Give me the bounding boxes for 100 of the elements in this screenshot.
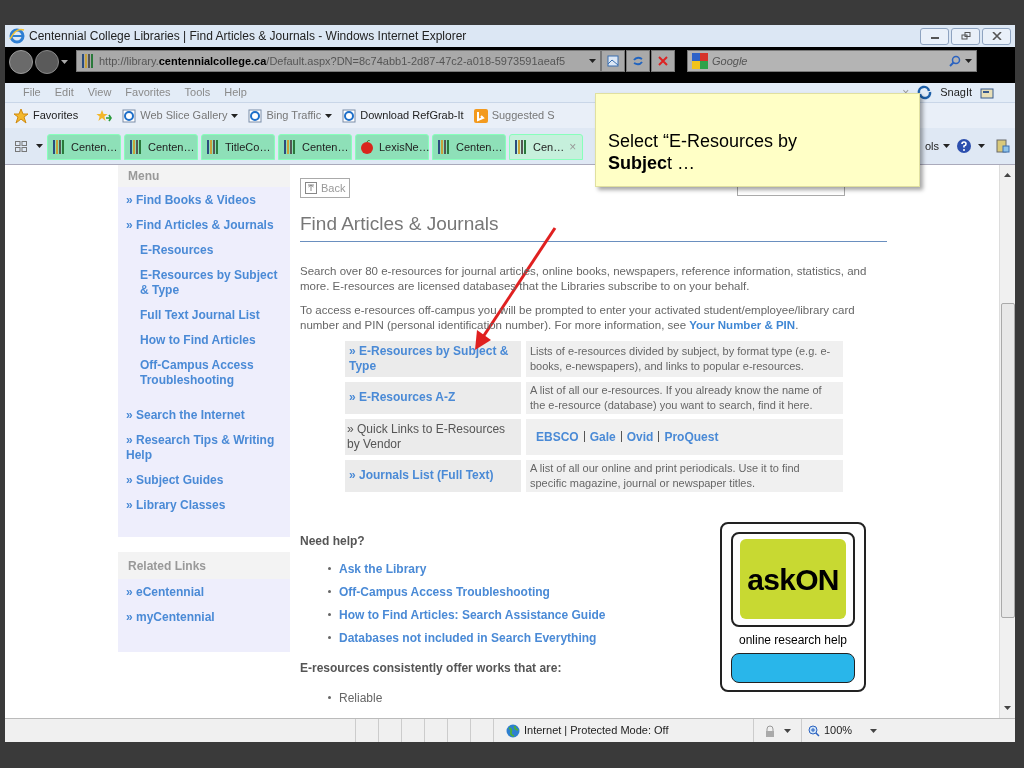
favorite-link[interactable]: Bing Traffic (248, 107, 333, 124)
grid-icon (15, 140, 27, 152)
browser-page-icon (248, 108, 263, 123)
resource-description: Lists of e-resources divided by subject, by format type (e.g. e-books, e-newspapers), and links to popular e-resources. (530, 343, 832, 374)
restore-icon (960, 32, 971, 40)
browser-tab[interactable]: LexisNe… (355, 134, 429, 160)
scroll-up-icon (1004, 173, 1011, 177)
browser-tab[interactable]: Centen… (124, 134, 198, 160)
sidebar-link[interactable]: » eCentennial (118, 585, 290, 600)
stripes-icon (437, 140, 451, 154)
bullet-icon (328, 696, 331, 699)
offer-item: Reliable (339, 689, 383, 707)
minimize-button[interactable] (920, 27, 949, 45)
help-link[interactable]: Ask the Library (339, 559, 427, 578)
sidebar-link[interactable]: How to Find Articles (118, 333, 290, 348)
browser-tab[interactable]: Cen… × (509, 134, 583, 160)
bullet-icon (328, 567, 331, 570)
refresh-button[interactable] (626, 50, 650, 72)
stop-button[interactable] (651, 50, 675, 72)
ball-icon (360, 140, 374, 154)
sidebar-link[interactable]: » Research Tips & Writing Help (118, 433, 290, 463)
favorite-link[interactable]: Web Slice Gallery (122, 107, 239, 124)
favorite-link[interactable]: Download RefGrab-It (342, 107, 464, 124)
menu-item[interactable]: View (87, 84, 112, 101)
window-title: Centennial College Libraries | Find Articles & Journals - Windows Internet Explorer (29, 28, 467, 45)
menu-item[interactable]: Help (224, 84, 247, 101)
scroll-down-icon (1004, 706, 1011, 710)
compat-view-button[interactable] (601, 50, 625, 72)
tab-close-glyph[interactable]: × (569, 138, 577, 156)
browser-logo-icon (9, 28, 25, 44)
capture-icon (980, 86, 995, 99)
help-link[interactable]: How to Find Articles: Search Assistance Guide (339, 605, 606, 624)
browser-tab[interactable]: TitleCo… (201, 134, 275, 160)
page-heading: Find Articles & Journals (300, 210, 887, 242)
address-field[interactable]: http://library.centennialcollege.ca/Default.aspx?DN=8c74abb1-2d87-47c2-a018-5973591aeaf5 (76, 50, 601, 72)
sidebar-link[interactable]: » Find Articles & Journals (118, 218, 290, 233)
sidebar-link[interactable]: Off-Campus Access Troubleshooting (118, 358, 290, 388)
sidebar-link[interactable]: E-Resources (118, 243, 290, 258)
browser-tab[interactable]: Centen… (278, 134, 352, 160)
search-input[interactable]: Google (712, 52, 912, 70)
tools-menu-button[interactable]: ols (924, 138, 950, 155)
favorites-button[interactable]: Favorites (13, 107, 79, 124)
stripes-icon (81, 54, 95, 68)
caret-icon (784, 728, 791, 733)
up-arrow-box-icon (305, 182, 317, 194)
sidebar-link[interactable]: » myCentennial (118, 610, 290, 625)
browser-tab[interactable]: Centen… (47, 134, 121, 160)
sidebar-link[interactable]: » Search the Internet (118, 408, 290, 423)
back-nav-button[interactable] (9, 50, 33, 74)
security-zone-text: Internet | Protected Mode: Off (524, 723, 669, 739)
menu-item[interactable]: Tools (184, 84, 211, 101)
resource-link[interactable]: » E-Resources by Subject & Type (347, 343, 519, 374)
stripes-icon (283, 140, 297, 154)
menu-heading: Menu (128, 168, 160, 185)
resource-link[interactable]: » E-Resources A-Z (347, 390, 456, 405)
callout-text: Select “E-Resources by Subject … (608, 130, 799, 174)
askon-chat-button[interactable] (731, 652, 855, 683)
caret-icon (61, 60, 68, 64)
vendor-link[interactable]: Ovid (626, 427, 654, 446)
vendor-link[interactable]: ProQuest (664, 427, 719, 446)
four-color-squares-icon (692, 53, 708, 69)
menu-item[interactable]: Edit (54, 84, 74, 101)
sidebar-link[interactable]: Full Text Journal List (118, 308, 290, 323)
sidebar-link[interactable]: » Find Books & Videos (118, 193, 290, 208)
favorite-link[interactable]: Suggested S (473, 107, 555, 124)
snagit-button[interactable]: SnagIt (940, 84, 972, 101)
restore-button[interactable] (951, 27, 980, 45)
sidebar-link[interactable]: E-Resources by Subject & Type (118, 268, 290, 298)
help-link[interactable]: Databases not included in Search Everything (339, 628, 597, 647)
help-link[interactable]: Off-Campus Access Troubleshooting (339, 582, 550, 601)
stripes-icon (52, 140, 66, 154)
scrollbar[interactable] (999, 165, 1015, 718)
caret-icon (870, 728, 878, 733)
offer-heading: E-resources consistently offer works that are: (300, 659, 563, 677)
add-favorite-icon (96, 108, 113, 123)
globe-icon (506, 723, 520, 738)
search-field[interactable]: Google (687, 50, 977, 72)
browser-page-icon (342, 108, 357, 123)
caret-icon (965, 59, 972, 63)
resource-link[interactable]: » Journals List (Full Text) (347, 468, 494, 483)
back-button[interactable]: Back (300, 178, 351, 198)
vendor-link[interactable]: Gale (589, 427, 616, 446)
menu-item[interactable]: File (23, 84, 41, 101)
caret-icon (978, 144, 985, 149)
vendor-link[interactable]: EBSCO (536, 427, 579, 446)
torn-page-icon (607, 55, 619, 67)
forward-nav-button[interactable] (35, 50, 59, 74)
zoom-button[interactable]: 100% (801, 719, 884, 742)
resource-description: A list of all our e-resources. If you already know the name of the e-resource (database) you want to search, find it here. (530, 382, 823, 413)
sidebar-link[interactable]: » Subject Guides (118, 473, 290, 488)
browser-tab[interactable]: Centen… (432, 134, 506, 160)
bullet-icon (328, 636, 331, 639)
close-button[interactable] (982, 27, 1011, 45)
scrollbar-thumb[interactable] (1000, 303, 1015, 618)
askon-logo-text: askON (747, 561, 839, 598)
browser-page-icon (122, 108, 137, 123)
caret-icon (943, 144, 950, 149)
sidebar-link[interactable]: » Library Classes (118, 498, 290, 513)
menu-item[interactable]: Favorites (125, 84, 171, 101)
star-icon (13, 107, 29, 124)
